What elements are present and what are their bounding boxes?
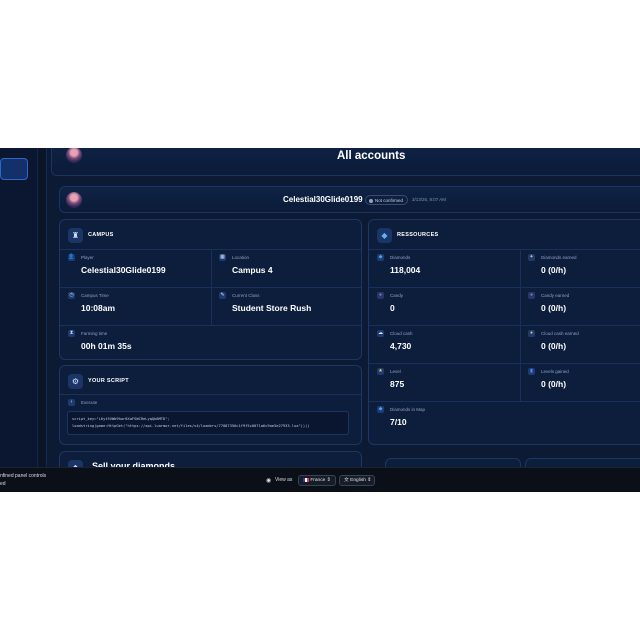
campus-time-value: 10:08am	[81, 303, 116, 313]
player-icon: 👤	[68, 254, 75, 261]
chevron-updown-icon: ⇕	[326, 478, 331, 483]
header-avatar	[66, 148, 82, 163]
app-screen: All accounts Celestial30Glide0199 Not co…	[0, 148, 640, 492]
resource-label: Diamonds	[390, 255, 411, 260]
script-code-box[interactable]: script_key="L6yt5VWb9hwr8XaFSWCReLyqQb8M…	[67, 411, 349, 435]
status-text: Not confirmed	[375, 198, 404, 203]
account-name: Celestial30Glide0199	[283, 195, 363, 204]
resource-label: Level	[390, 369, 401, 374]
page-header: All accounts	[51, 148, 640, 176]
location-value: Campus 4	[232, 265, 273, 275]
map-diamond-icon: ◆	[377, 406, 384, 413]
account-timestamp: 3/13/26, 8:07 AM	[412, 197, 447, 202]
resource-value: 0 (0/h)	[541, 303, 567, 313]
language-value: English	[350, 478, 366, 483]
farming-label: Farming time	[81, 331, 108, 336]
resources-card: ◆ RESSOURCES ◆ Diamonds 118,004 ✦ Diamonds e…	[368, 219, 640, 445]
resource-label: Diamonds earned	[541, 255, 577, 260]
sidebar	[0, 148, 38, 468]
resource-value: 7/10	[390, 417, 407, 427]
gem-icon: ◆	[377, 228, 392, 243]
player-label: Player	[81, 255, 94, 260]
resource-value: 0 (0/h)	[541, 341, 567, 351]
chevron-updown-icon: ⇕	[367, 478, 372, 483]
main-content: All accounts Celestial30Glide0199 Not co…	[46, 148, 640, 491]
script-card: ⚙ YOUR SCRIPT › Execute script_key="L6yt…	[59, 365, 362, 445]
resource-value: 4,730	[390, 341, 412, 351]
resources-row-divider-4	[369, 401, 640, 402]
star-icon: ★	[377, 368, 384, 375]
script-code-line-2: loadstring(game:HttpGet("https://api.lua…	[72, 424, 310, 428]
resource-label: Cloud cash earned	[541, 331, 579, 336]
farming-value: 00h 01m 35s	[81, 341, 132, 351]
campus-title: CAMPUS	[88, 232, 114, 238]
page-title: All accounts	[337, 150, 406, 162]
player-value: Celestial30Glide0199	[81, 265, 166, 275]
candy-icon: ●	[528, 292, 535, 299]
status-badge: Not confirmed	[365, 195, 409, 205]
campus-row-divider-2	[60, 325, 361, 326]
account-avatar[interactable]	[66, 192, 82, 208]
clock-icon: ◷	[68, 292, 75, 299]
levels-icon: ▮	[528, 368, 535, 375]
castle-icon: ♜	[68, 228, 83, 243]
language-select[interactable]: 文 English ⇕	[339, 475, 375, 486]
resource-value: 118,004	[390, 265, 421, 275]
account-header: Celestial30Glide0199 Not confirmed 3/13/…	[59, 186, 640, 213]
resources-row-divider-1	[369, 287, 640, 288]
country-select[interactable]: France ⇕	[298, 475, 336, 486]
cloud-icon: ☁	[377, 330, 384, 337]
panel-controls-text: nfined panel controls	[0, 473, 47, 479]
execute-label: Execute	[81, 400, 98, 405]
view-as-label: View as	[275, 477, 293, 483]
resource-label: Candy	[390, 293, 404, 298]
status-dot	[369, 198, 373, 203]
script-code-line-1: script_key="L6yt5VWb9hwr8XaFSWCReLyqQb8M…	[72, 417, 170, 421]
class-label: Current Class	[232, 293, 260, 298]
timer-icon: ⧗	[68, 330, 75, 337]
resources-divider	[369, 249, 640, 250]
script-divider	[60, 394, 361, 395]
resource-label: Cloud cash	[390, 331, 413, 336]
execute-icon: ›	[68, 399, 75, 406]
sparkle-icon: ✦	[528, 254, 535, 261]
resource-value: 875	[390, 379, 405, 389]
translate-icon: 文	[344, 478, 349, 483]
class-value: Student Store Rush	[232, 303, 312, 313]
resource-label: Diamonds in Map	[390, 407, 426, 412]
script-title: YOUR SCRIPT	[88, 378, 129, 384]
resource-label: Levels gained	[541, 369, 569, 374]
resources-row-divider-3	[369, 363, 640, 364]
coin-icon: ●	[528, 330, 535, 337]
sidebar-active-item[interactable]	[0, 158, 28, 180]
location-label: Location	[232, 255, 250, 260]
resources-title: RESSOURCES	[397, 232, 439, 238]
campus-time-label: Campus Time	[81, 293, 109, 298]
panel-controls-subtext: ed	[0, 481, 6, 487]
resources-row-divider-2	[369, 325, 640, 326]
france-flag-icon	[303, 477, 309, 482]
resource-label: Candy earned	[541, 293, 570, 298]
campus-row-divider-1	[60, 287, 361, 288]
location-icon: ▦	[219, 254, 226, 261]
gear-icon: ⚙	[68, 374, 83, 389]
diamond-icon: ◆	[377, 254, 384, 261]
resource-value: 0	[390, 303, 395, 313]
bottom-toolbar: nfined panel controls ed ◉ View as Franc…	[0, 467, 640, 492]
resource-value: 0 (0/h)	[541, 379, 567, 389]
class-icon: ✎	[219, 292, 226, 299]
resource-value: 0 (0/h)	[541, 265, 567, 275]
candy-icon: ●	[377, 292, 384, 299]
country-value: France	[310, 478, 326, 483]
eye-icon: ◉	[266, 478, 272, 484]
campus-card: ♜ CAMPUS 👤 Player Celestial30Glide0199 ▦…	[59, 219, 362, 360]
